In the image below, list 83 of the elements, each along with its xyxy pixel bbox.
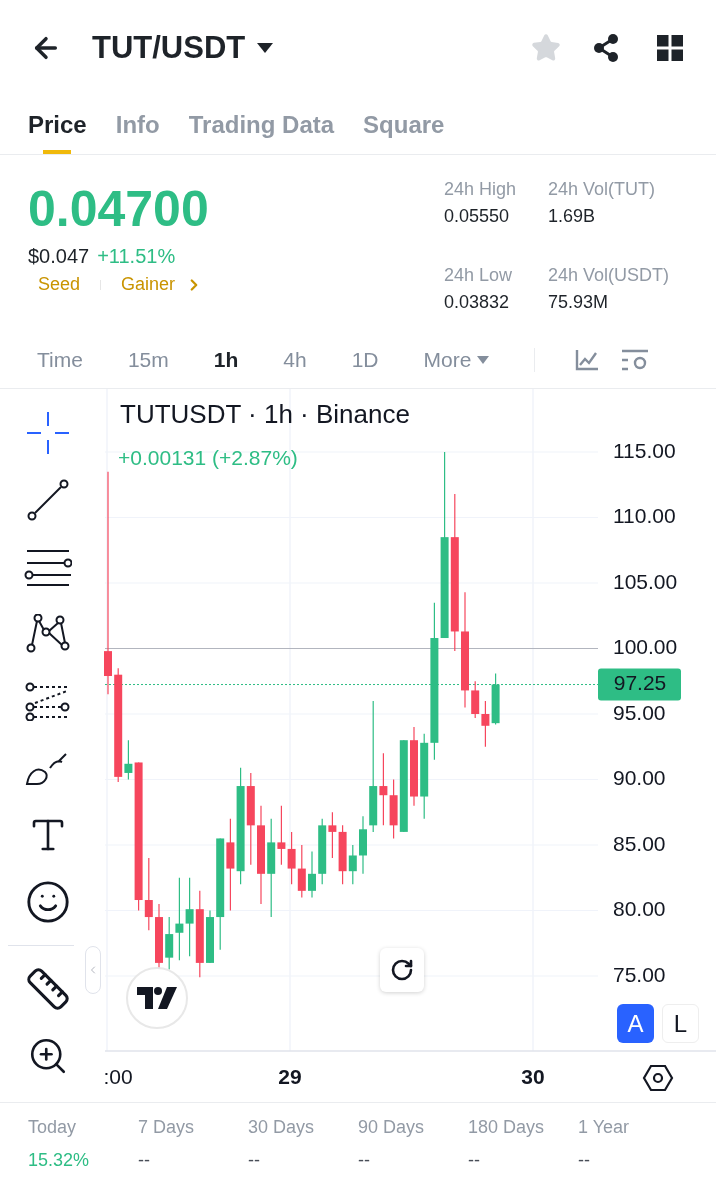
settings-button[interactable] (642, 1062, 674, 1094)
line-tool-icon (25, 478, 70, 522)
stat-label: 24h High (444, 179, 518, 200)
axis-label: 95.00 (613, 700, 666, 724)
share-icon (591, 33, 621, 63)
candle (308, 850, 316, 898)
caret-icon (257, 43, 274, 53)
period-label: 90 Days (358, 1117, 426, 1138)
interval-tab[interactable]: Time (37, 347, 83, 372)
candle (206, 909, 214, 964)
period-label: 1 Year (578, 1117, 631, 1138)
period-label: 30 Days (248, 1117, 316, 1138)
tab[interactable]: Info (115, 96, 160, 154)
axis-label: 85.00 (613, 831, 666, 855)
reset-button[interactable] (380, 948, 424, 992)
settings-list-icon (621, 347, 650, 372)
caret-icon (477, 355, 490, 364)
interval-tab[interactable]: 4h (283, 347, 307, 372)
period-label: 180 Days (468, 1117, 546, 1138)
period-value: -- (358, 1150, 371, 1171)
stat-label: 24h Low (444, 265, 514, 286)
interval-tab[interactable]: 15m (127, 347, 169, 372)
collapse-handle[interactable] (85, 946, 101, 994)
emoji-icon (24, 879, 71, 925)
axis-label: 80.00 (613, 897, 666, 921)
candle (297, 844, 306, 898)
period-value: -- (248, 1150, 261, 1171)
stat-value: 75.93M (548, 292, 610, 313)
period-label: 7 Days (138, 1117, 196, 1138)
axis-label: :00 (103, 1064, 133, 1088)
price-tag: 97.25 (598, 668, 681, 701)
forecast-icon (24, 681, 71, 721)
last-price: 0.04700 (28, 180, 210, 239)
interval-tab[interactable]: 1h (213, 347, 239, 372)
parallel-lines-icon (23, 547, 72, 587)
candle (287, 831, 296, 885)
stat-label: 24h Vol(TUT) (548, 179, 657, 200)
star-icon (531, 33, 561, 63)
period-value: -- (138, 1150, 151, 1171)
axis-label: 75.00 (613, 962, 666, 986)
period-value: -- (468, 1150, 481, 1171)
logo-icon (137, 987, 177, 1009)
settings-icon (642, 1062, 674, 1094)
axis-label: 90.00 (613, 766, 666, 790)
axis-label: 110.00 (613, 504, 676, 528)
axis-label: 30 (521, 1064, 545, 1088)
tag-label[interactable]: Gainer (121, 274, 176, 295)
candle (328, 811, 337, 859)
interval-tab[interactable]: 1D (351, 347, 379, 372)
stat-value: 0.03832 (444, 292, 511, 313)
candle (481, 700, 490, 748)
candle (359, 815, 367, 875)
line-chart-icon (575, 348, 600, 371)
crosshair-icon (24, 410, 71, 456)
candle (491, 672, 500, 726)
chart-title: TUTUSDT · 1h · Binance (120, 399, 410, 430)
tab[interactable]: Trading Data (188, 96, 335, 154)
scale-button[interactable]: L (662, 1004, 699, 1043)
grid-icon (657, 35, 683, 61)
ruler-icon (24, 966, 71, 1012)
pattern-icon (25, 614, 70, 654)
usd-price: $0.047 (28, 245, 90, 268)
tag-label[interactable]: Seed (38, 274, 81, 295)
stat-value: 1.69B (548, 206, 597, 227)
price-change: +11.51% (97, 245, 176, 268)
axis-label: 29 (278, 1064, 302, 1088)
chart-change: +0.00131 (+2.87%) (118, 446, 298, 470)
candle (471, 680, 480, 719)
pair-selector[interactable]: TUT/USDT (92, 30, 274, 66)
scale-button[interactable]: A (617, 1004, 654, 1043)
tab[interactable]: Price (28, 96, 87, 154)
tab[interactable]: Square (363, 96, 445, 154)
stat-label: 24h Vol(USDT) (548, 265, 671, 286)
candle (318, 818, 327, 885)
axis-label: 115.00 (613, 438, 676, 462)
period-value: -- (578, 1150, 591, 1171)
interval-tab[interactable]: More (423, 347, 490, 372)
stat-value: 0.05550 (444, 206, 511, 227)
period-value: 15.32% (28, 1150, 91, 1171)
axis-label: 105.00 (613, 569, 678, 593)
axis-label: 100.00 (613, 635, 678, 659)
reset-icon (390, 958, 414, 982)
period-label: Today (28, 1117, 78, 1138)
